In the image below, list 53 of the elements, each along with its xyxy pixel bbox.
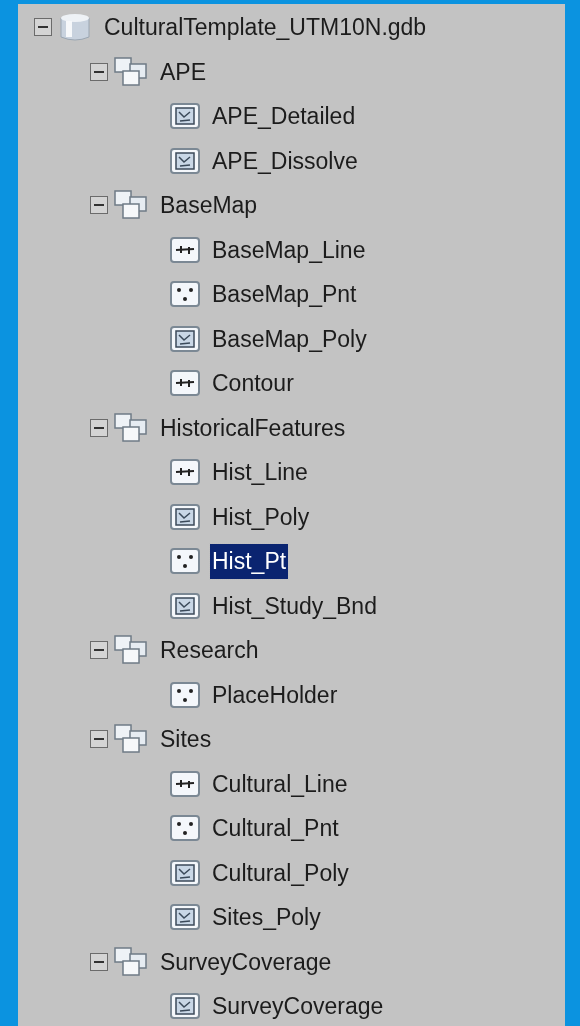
database-cylinder-icon [58, 12, 92, 43]
tree-item-label[interactable]: Cultural_Line [210, 766, 350, 801]
stacked-squares-icon [114, 190, 148, 221]
tree-item-label[interactable]: APE [158, 54, 209, 89]
collapse-toggle-icon[interactable] [90, 62, 108, 81]
tree-item-label[interactable]: Sites [158, 722, 214, 757]
stacked-squares-icon [114, 56, 148, 87]
point-feature-icon [170, 815, 200, 842]
tree-item-label[interactable]: Contour [210, 366, 296, 401]
tree-item-label[interactable]: Sites_Poly [210, 900, 323, 935]
tree-item-label[interactable]: BaseMap_Pnt [210, 277, 359, 312]
polygon-feature-icon [170, 103, 200, 130]
line-feature-icon [170, 459, 200, 486]
polygon-feature-icon [170, 592, 200, 619]
tree-item-label[interactable]: APE_Dissolve [210, 143, 360, 178]
polygon-feature-icon [170, 325, 200, 352]
tree-item-label[interactable]: Hist_Poly [210, 499, 312, 534]
polygon-feature-icon [170, 147, 200, 174]
polygon-feature-icon [170, 503, 200, 530]
collapse-toggle-icon[interactable] [90, 952, 108, 971]
collapse-toggle-icon[interactable] [90, 418, 108, 437]
collapse-toggle-icon[interactable] [90, 196, 108, 215]
tree-item-label[interactable]: BaseMap [158, 188, 260, 223]
point-feature-icon [170, 281, 200, 308]
tree-item-label[interactable]: Cultural_Pnt [210, 811, 341, 846]
stacked-squares-icon [114, 635, 148, 666]
stacked-squares-icon [114, 724, 148, 755]
point-feature-icon [170, 548, 200, 575]
line-feature-icon [170, 370, 200, 397]
tree-item-label[interactable]: BaseMap_Poly [210, 321, 369, 356]
tree-item-label[interactable]: CulturalTemplate_UTM10N.gdb [102, 10, 429, 45]
line-feature-icon [170, 236, 200, 263]
collapse-toggle-icon[interactable] [34, 18, 52, 37]
polygon-feature-icon [170, 904, 200, 931]
stacked-squares-icon [114, 412, 148, 443]
tree-item-label[interactable]: Hist_Line [210, 455, 310, 490]
collapse-toggle-icon[interactable] [90, 641, 108, 660]
point-feature-icon [170, 681, 200, 708]
tree-item-label[interactable]: Cultural_Poly [210, 855, 351, 890]
tree-item-label[interactable]: BaseMap_Line [210, 232, 368, 267]
polygon-feature-icon [170, 993, 200, 1020]
polygon-feature-icon [170, 859, 200, 886]
tree-item-label[interactable]: HistoricalFeatures [158, 410, 348, 445]
line-feature-icon [170, 770, 200, 797]
tree-item-label[interactable]: SurveyCoverage [158, 944, 334, 979]
tree-item-label[interactable]: APE_Detailed [210, 99, 358, 134]
tree-item-label[interactable]: PlaceHolder [210, 677, 340, 712]
tree-item-label[interactable]: Hist_Study_Bnd [210, 588, 379, 623]
tree-item-label[interactable]: Research [158, 633, 261, 668]
stacked-squares-icon [114, 946, 148, 977]
tree-item-label[interactable]: Hist_Pt [210, 544, 289, 579]
collapse-toggle-icon[interactable] [90, 730, 108, 749]
tree-item-label[interactable]: SurveyCoverage [210, 989, 386, 1024]
